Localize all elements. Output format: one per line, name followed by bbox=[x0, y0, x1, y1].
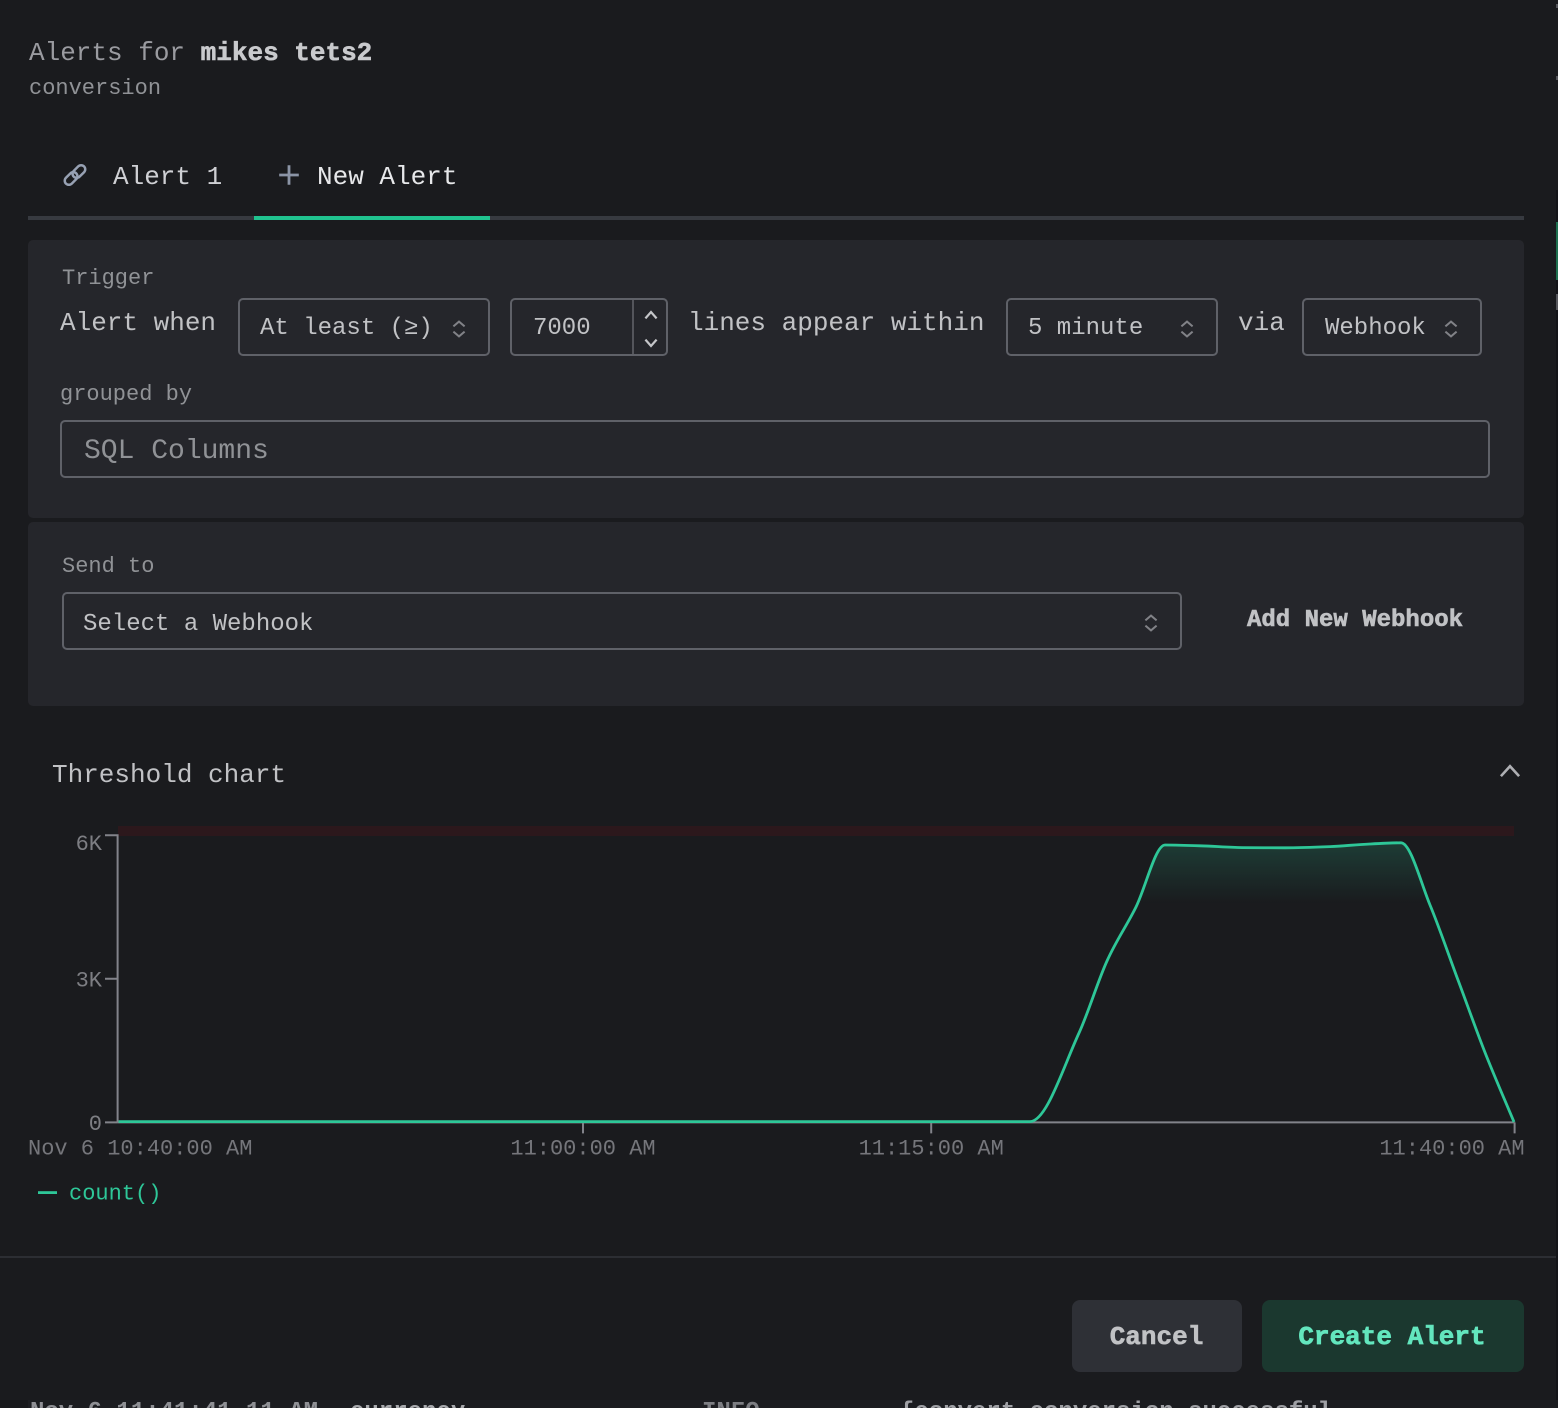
svg-text:count(): count() bbox=[69, 1182, 161, 1207]
svg-text:6K: 6K bbox=[76, 832, 103, 857]
svg-text:Nov 6 10:40:00 AM: Nov 6 10:40:00 AM bbox=[28, 1137, 252, 1162]
svg-text:11:00:00 AM: 11:00:00 AM bbox=[510, 1137, 655, 1162]
svg-text:11:40:00 AM: 11:40:00 AM bbox=[1379, 1137, 1524, 1162]
svg-text:3K: 3K bbox=[76, 969, 103, 994]
svg-text:0: 0 bbox=[89, 1112, 102, 1137]
svg-text:11:15:00 AM: 11:15:00 AM bbox=[859, 1137, 1004, 1162]
